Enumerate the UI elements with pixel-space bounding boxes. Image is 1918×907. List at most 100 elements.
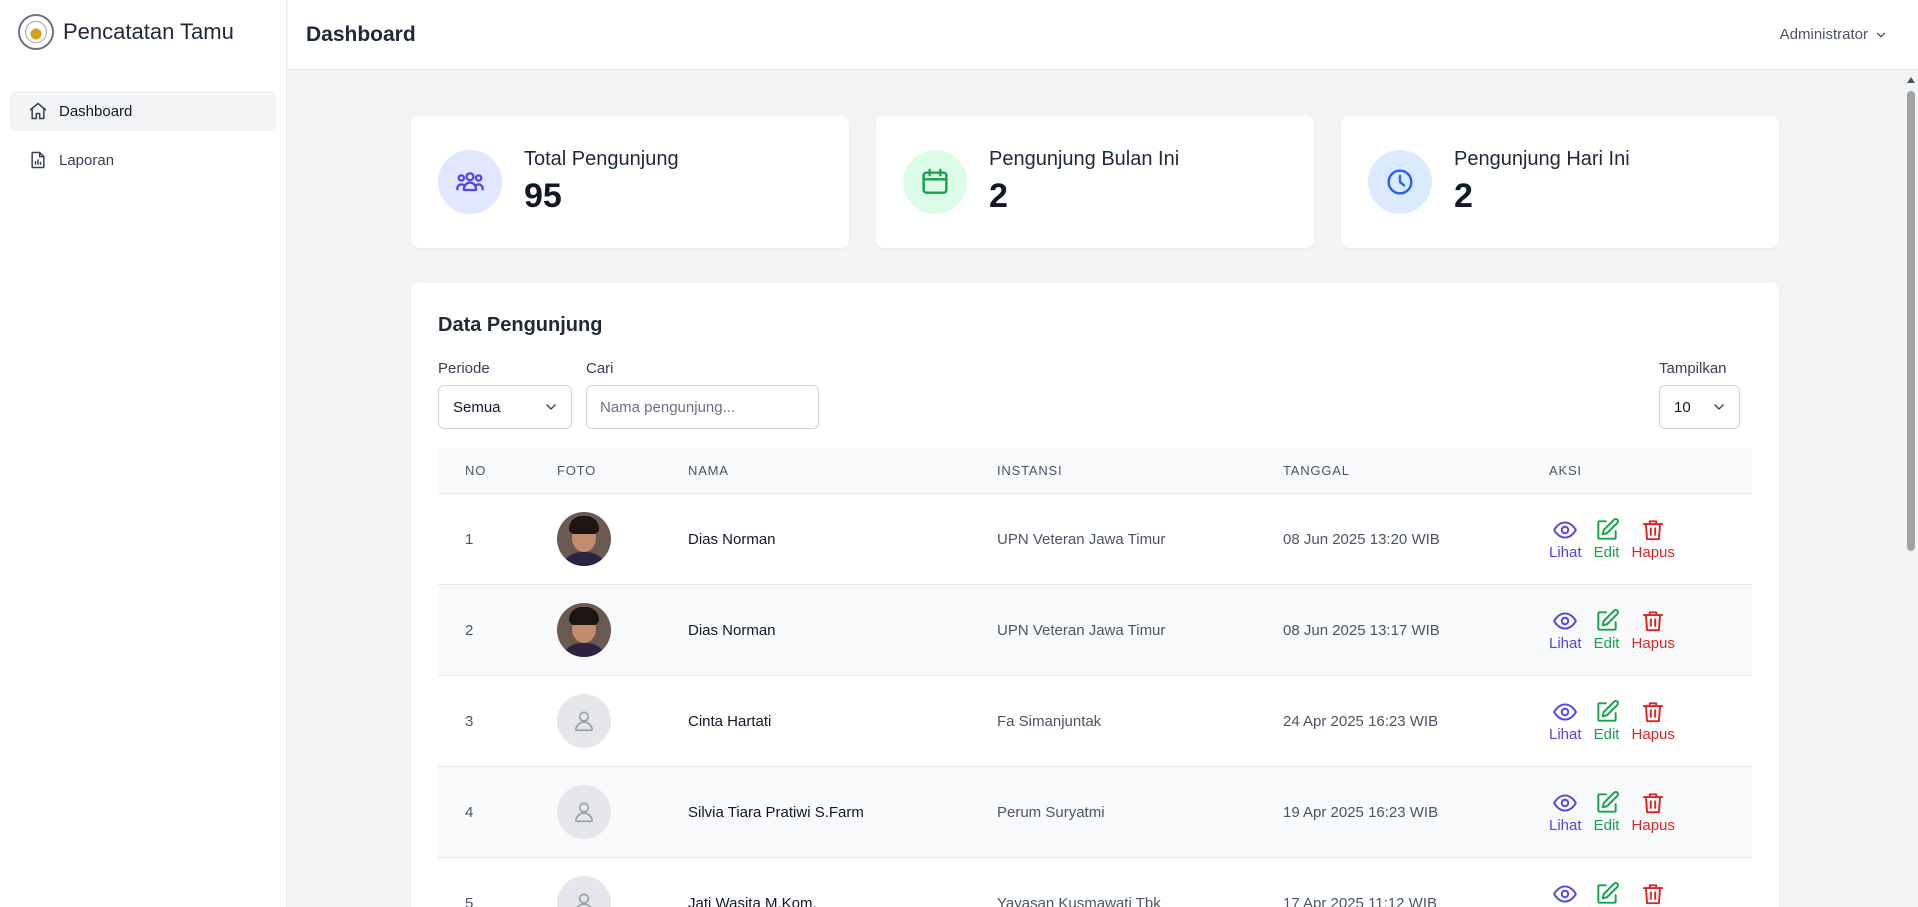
trash-icon bbox=[1643, 884, 1664, 905]
edit-icon bbox=[1596, 700, 1619, 722]
cell-foto bbox=[557, 694, 688, 748]
edit-icon bbox=[1596, 882, 1619, 904]
edit-label: Edit bbox=[1593, 726, 1620, 743]
cell-tanggal: 08 Jun 2025 13:20 WIB bbox=[1283, 530, 1440, 548]
user-placeholder-icon bbox=[576, 893, 592, 907]
sidebar-item-laporan[interactable]: Laporan bbox=[10, 140, 276, 180]
stat-icon-wrap bbox=[903, 150, 967, 214]
cell-tanggal: 24 Apr 2025 16:23 WIB bbox=[1283, 712, 1439, 730]
page-size-select[interactable]: 10 bbox=[1659, 385, 1740, 429]
user-placeholder-icon bbox=[575, 802, 593, 823]
avatar bbox=[557, 694, 611, 748]
scrollbar[interactable] bbox=[1904, 71, 1918, 907]
cell-aksi: Lihat Edit Hapus bbox=[1549, 699, 1752, 743]
trash-icon bbox=[1643, 702, 1664, 723]
cell-foto bbox=[557, 876, 688, 907]
cell-aksi: Lihat Edit Hapus bbox=[1549, 790, 1752, 834]
cell-tanggal: 17 Apr 2025 11:12 WIB bbox=[1283, 894, 1437, 907]
cell-instansi: UPN Veteran Jawa Timur bbox=[997, 530, 1166, 548]
edit-button[interactable]: Edit bbox=[1594, 881, 1620, 907]
user-placeholder-icon bbox=[575, 711, 593, 732]
delete-button[interactable]: Hapus bbox=[1632, 517, 1675, 561]
eye-icon bbox=[1553, 521, 1578, 539]
edit-button[interactable]: Edit bbox=[1594, 517, 1620, 561]
view-button[interactable]: Lihat bbox=[1549, 517, 1582, 561]
scroll-up-arrow-icon[interactable] bbox=[1907, 77, 1915, 83]
stat-card-today: Pengunjung Hari Ini 2 bbox=[1341, 116, 1779, 248]
panel-title: Data Pengunjung bbox=[438, 314, 603, 336]
stat-card-total: Total Pengunjung 95 bbox=[411, 116, 849, 248]
edit-label: Edit bbox=[1593, 544, 1620, 561]
stat-label: Pengunjung Hari Ini bbox=[1454, 148, 1630, 170]
app-logo bbox=[18, 14, 54, 50]
delete-label: Hapus bbox=[1631, 817, 1675, 834]
stat-value: 2 bbox=[989, 177, 1008, 215]
cell-instansi: Perum Suryatmi bbox=[997, 803, 1105, 821]
period-select[interactable]: Semua bbox=[438, 385, 572, 429]
user-menu[interactable]: Administrator bbox=[1780, 26, 1888, 43]
column-header-foto: FOTO bbox=[557, 463, 597, 478]
brand[interactable]: Pencatatan Tamu bbox=[0, 0, 286, 64]
cell-no: 2 bbox=[465, 621, 474, 639]
table-body: 1 Dias Norman UPN Veteran Jawa Timur 08 … bbox=[438, 494, 1752, 907]
avatar bbox=[557, 512, 611, 566]
cell-no: 4 bbox=[465, 803, 474, 821]
cell-instansi: Yayasan Kusmawati Tbk bbox=[997, 894, 1161, 907]
avatar bbox=[557, 603, 611, 657]
edit-icon bbox=[1596, 791, 1619, 813]
eye-icon bbox=[1553, 703, 1578, 721]
cell-foto bbox=[557, 512, 688, 566]
column-header-nama: NAMA bbox=[688, 463, 729, 478]
calendar-icon bbox=[922, 168, 948, 194]
visitor-table: NO FOTO NAMA INSTANSI TANGGAL AKSI 1 Dia… bbox=[438, 448, 1752, 907]
table-row: 2 Dias Norman UPN Veteran Jawa Timur 08 … bbox=[438, 585, 1752, 676]
avatar bbox=[557, 785, 611, 839]
eye-icon bbox=[1553, 612, 1578, 630]
stat-value: 95 bbox=[524, 177, 562, 215]
edit-button[interactable]: Edit bbox=[1594, 608, 1620, 652]
sidebar-item-label: Dashboard bbox=[59, 102, 133, 120]
eye-icon bbox=[1553, 885, 1578, 903]
delete-button[interactable]: Hapus bbox=[1632, 608, 1675, 652]
cell-aksi: Lihat Edit Hapus bbox=[1549, 881, 1752, 907]
delete-label: Hapus bbox=[1631, 635, 1675, 652]
column-header-aksi: AKSI bbox=[1549, 463, 1582, 478]
edit-button[interactable]: Edit bbox=[1594, 790, 1620, 834]
delete-button[interactable]: Hapus bbox=[1632, 881, 1675, 907]
view-button[interactable]: Lihat bbox=[1549, 881, 1582, 907]
edit-button[interactable]: Edit bbox=[1594, 699, 1620, 743]
cell-instansi: Fa Simanjuntak bbox=[997, 712, 1102, 730]
app-name: Pencatatan Tamu bbox=[63, 19, 234, 44]
view-button[interactable]: Lihat bbox=[1549, 608, 1582, 652]
cell-foto bbox=[557, 785, 688, 839]
users-icon bbox=[456, 172, 484, 192]
delete-button[interactable]: Hapus bbox=[1632, 790, 1675, 834]
search-label: Cari bbox=[586, 360, 614, 377]
table-header: NO FOTO NAMA INSTANSI TANGGAL AKSI bbox=[438, 448, 1752, 494]
chevron-down-icon bbox=[1714, 404, 1724, 410]
sidebar: Pencatatan Tamu Dashboard Laporan bbox=[0, 0, 287, 907]
view-button[interactable]: Lihat bbox=[1549, 699, 1582, 743]
edit-label: Edit bbox=[1593, 635, 1620, 652]
page-size-value: 10 bbox=[1674, 398, 1691, 416]
search-input[interactable] bbox=[586, 385, 819, 429]
scroll-thumb[interactable] bbox=[1907, 91, 1915, 551]
stat-value: 2 bbox=[1454, 177, 1473, 215]
trash-icon bbox=[1643, 520, 1664, 541]
sidebar-item-dashboard[interactable]: Dashboard bbox=[10, 91, 276, 131]
cell-nama: Cinta Hartati bbox=[688, 712, 772, 730]
chevron-down-icon bbox=[1876, 32, 1886, 37]
main-content: Total Pengunjung 95 Pengunjung Bulan Ini… bbox=[288, 71, 1904, 907]
visitor-panel: Data Pengunjung Periode Semua Cari Tampi… bbox=[411, 283, 1779, 907]
cell-nama: Silvia Tiara Pratiwi S.Farm bbox=[688, 803, 864, 821]
cell-nama: Dias Norman bbox=[688, 621, 776, 639]
view-label: Lihat bbox=[1549, 726, 1582, 743]
view-label: Lihat bbox=[1549, 544, 1582, 561]
table-row: 3 Cinta Hartati Fa Simanjuntak 24 Apr 20… bbox=[438, 676, 1752, 767]
view-button[interactable]: Lihat bbox=[1549, 790, 1582, 834]
eye-icon bbox=[1553, 794, 1578, 812]
stat-icon-wrap bbox=[1368, 150, 1432, 214]
sidebar-item-label: Laporan bbox=[59, 151, 115, 169]
delete-button[interactable]: Hapus bbox=[1632, 699, 1675, 743]
edit-icon bbox=[1596, 609, 1619, 631]
